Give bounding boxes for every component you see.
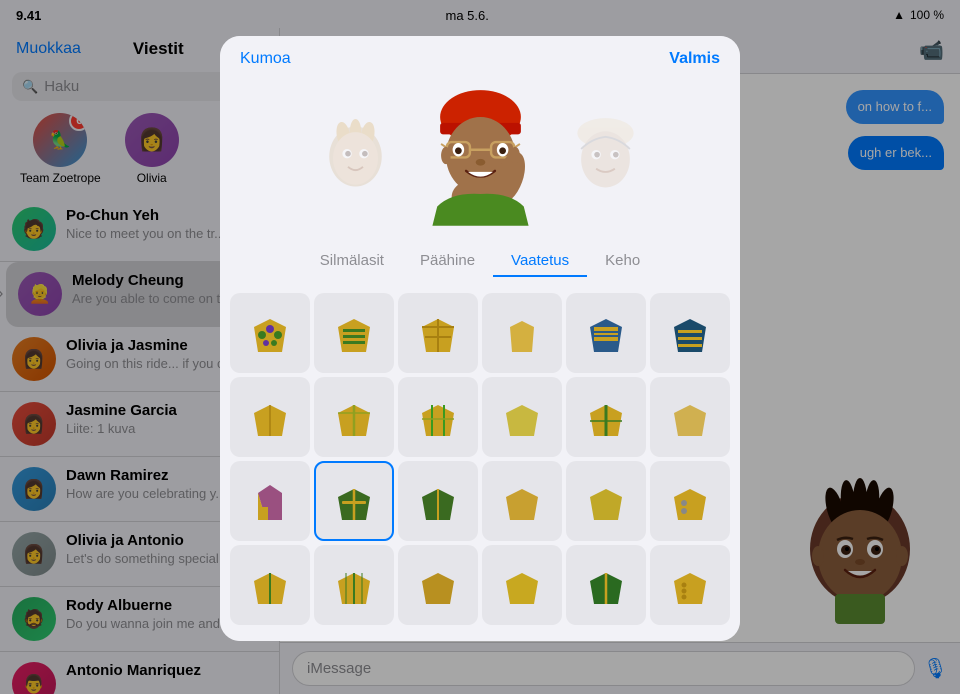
clothing-item-3[interactable] <box>398 293 478 373</box>
clothing-item-1[interactable] <box>230 293 310 373</box>
clothing-item-21[interactable] <box>398 545 478 625</box>
clothing-item-15[interactable] <box>398 461 478 541</box>
modal-header: Kumoa Valmis <box>220 36 740 76</box>
clothing-item-13[interactable] <box>230 461 310 541</box>
clothing-item-18[interactable] <box>650 461 730 541</box>
ipad-frame: 9.41 ma 5.6. ▲ 100 % Muokkaa Viestit ✏️ … <box>0 0 960 694</box>
tab-vaatetus[interactable]: Vaatetus <box>493 246 587 277</box>
clothing-item-7[interactable] <box>230 377 310 457</box>
clothing-grid <box>220 287 740 641</box>
memoji-preview-right <box>565 111 645 201</box>
clothing-item-2[interactable] <box>314 293 394 373</box>
tab-paahine[interactable]: Päähine <box>402 246 493 277</box>
clothing-item-23[interactable] <box>566 545 646 625</box>
done-button[interactable]: Valmis <box>669 50 720 68</box>
clothing-item-5[interactable] <box>566 293 646 373</box>
category-tabs: Silmälasit Päähine Vaatetus Keho <box>220 242 740 287</box>
tab-keho[interactable]: Keho <box>587 246 658 277</box>
clothing-item-24[interactable] <box>650 545 730 625</box>
clothing-item-16[interactable] <box>482 461 562 541</box>
memoji-preview-center <box>415 86 545 226</box>
clothing-item-20[interactable] <box>314 545 394 625</box>
clothing-item-14[interactable] <box>314 461 394 541</box>
clothing-item-9[interactable] <box>398 377 478 457</box>
tab-silmalasit[interactable]: Silmälasit <box>302 246 402 277</box>
clothing-item-11[interactable] <box>566 377 646 457</box>
memoji-preview-left <box>315 111 395 201</box>
clothing-item-4[interactable] <box>482 293 562 373</box>
clothing-item-17[interactable] <box>566 461 646 541</box>
clothing-item-8[interactable] <box>314 377 394 457</box>
memoji-preview-area <box>220 76 740 242</box>
clothing-item-6[interactable] <box>650 293 730 373</box>
clothing-item-12[interactable] <box>650 377 730 457</box>
clothing-item-10[interactable] <box>482 377 562 457</box>
memoji-editor-modal: Kumoa Valmis <box>220 36 740 641</box>
clothing-item-19[interactable] <box>230 545 310 625</box>
modal-overlay: Kumoa Valmis <box>0 0 960 694</box>
clothing-item-22[interactable] <box>482 545 562 625</box>
cancel-button[interactable]: Kumoa <box>240 50 291 68</box>
